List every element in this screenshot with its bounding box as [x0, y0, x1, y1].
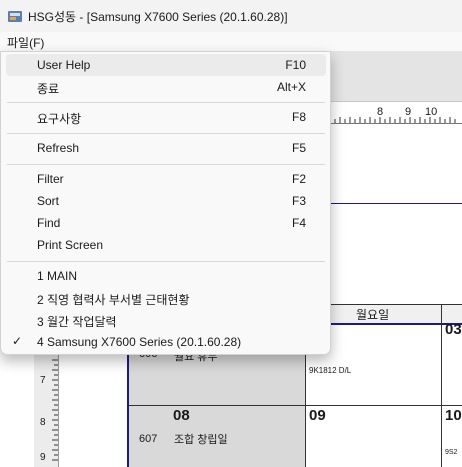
menu-item-user-help[interactable]: User Help F10 [6, 54, 326, 76]
menu-item-sort[interactable]: Sort F3 [6, 190, 326, 212]
menu-item-shortcut: F8 [291, 110, 306, 124]
ruler-label-10: 10 [425, 106, 438, 118]
menu-item-label: User Help [37, 58, 91, 72]
ruler-label-9: 9 [40, 452, 46, 463]
divider-line [331, 203, 462, 204]
row-number: 607 [139, 433, 158, 445]
app-icon[interactable] [7, 8, 23, 24]
menu-separator [7, 164, 325, 165]
ruler-label-7: 7 [40, 375, 46, 386]
menu-item-refresh[interactable]: Refresh F5 [6, 137, 326, 159]
menu-item-shortcut: F2 [291, 172, 306, 186]
menu-item-label: 2 직영 협력사 부서별 근태현황 [37, 293, 190, 307]
menu-file[interactable]: 파일(F) [5, 33, 46, 52]
event-label: 9K1812 D/L [309, 366, 352, 375]
left-ruler: 7 8 9 [34, 355, 59, 467]
menu-separator [7, 261, 325, 262]
date-number: 08 [173, 407, 190, 424]
date-number: 09 [309, 407, 326, 424]
menu-item-label: Find [37, 216, 61, 230]
menu-item-label: Filter [37, 172, 64, 186]
menu-item-label: 종료 [37, 82, 60, 96]
header-monday: 월요일 [356, 308, 390, 322]
menu-item-label: 요구사항 [37, 112, 82, 126]
menu-item-label: Print Screen [37, 238, 104, 252]
date-number: 10 [445, 407, 462, 424]
checkmark-icon: ✓ [12, 334, 23, 348]
menu-separator [7, 102, 325, 103]
menu-item-recent-3[interactable]: 3 월간 작업달력 [6, 309, 326, 331]
menu-item-shortcut: Alt+X [276, 80, 306, 94]
menu-item-exit[interactable]: 종료 Alt+X [6, 76, 326, 98]
menu-item-label: 1 MAIN [37, 269, 78, 283]
menu-item-shortcut: F4 [291, 216, 306, 230]
date-number: 03 [445, 321, 462, 338]
menu-item-print-screen[interactable]: Print Screen [6, 234, 326, 256]
event-label: 9S2 [445, 449, 458, 456]
menu-item-label: 4 Samsung X7600 Series (20.1.60.28) [37, 335, 242, 349]
column-line-2 [441, 304, 442, 467]
title-bar[interactable]: HSG성동 - [Samsung X7600 Series (20.1.60.2… [0, 0, 462, 32]
menu-item-requirements[interactable]: 요구사항 F8 [6, 106, 326, 128]
window-title: HSG성동 - [Samsung X7600 Series (20.1.60.2… [28, 10, 288, 24]
menu-item-shortcut: F10 [285, 58, 306, 72]
menu-item-label: Sort [37, 194, 60, 208]
top-ruler: 8 9 10 [328, 103, 462, 124]
ruler-label-9: 9 [405, 106, 412, 118]
cell-note: 조합 창립일 [174, 434, 228, 446]
file-menu-dropdown: User Help F10 종료 Alt+X 요구사항 F8 Refresh F… [0, 51, 331, 355]
menu-item-shortcut: F3 [291, 194, 306, 208]
menu-item-recent-2[interactable]: 2 직영 협력사 부서별 근태현황 [6, 287, 326, 309]
menu-item-shortcut: F5 [291, 141, 306, 155]
menu-bar: 파일(F) [0, 32, 462, 51]
menu-item-label: 3 월간 작업달력 [37, 315, 117, 329]
menu-separator [7, 133, 325, 134]
ruler-label-8: 8 [40, 417, 46, 428]
ruler-label-8: 8 [377, 106, 384, 118]
menu-item-label: Refresh [37, 141, 80, 155]
menu-item-find[interactable]: Find F4 [6, 212, 326, 234]
menu-item-recent-1[interactable]: 1 MAIN [6, 265, 326, 287]
menu-item-recent-4[interactable]: ✓ 4 Samsung X7600 Series (20.1.60.28) [6, 331, 326, 353]
menu-item-filter[interactable]: Filter F2 [6, 168, 326, 190]
